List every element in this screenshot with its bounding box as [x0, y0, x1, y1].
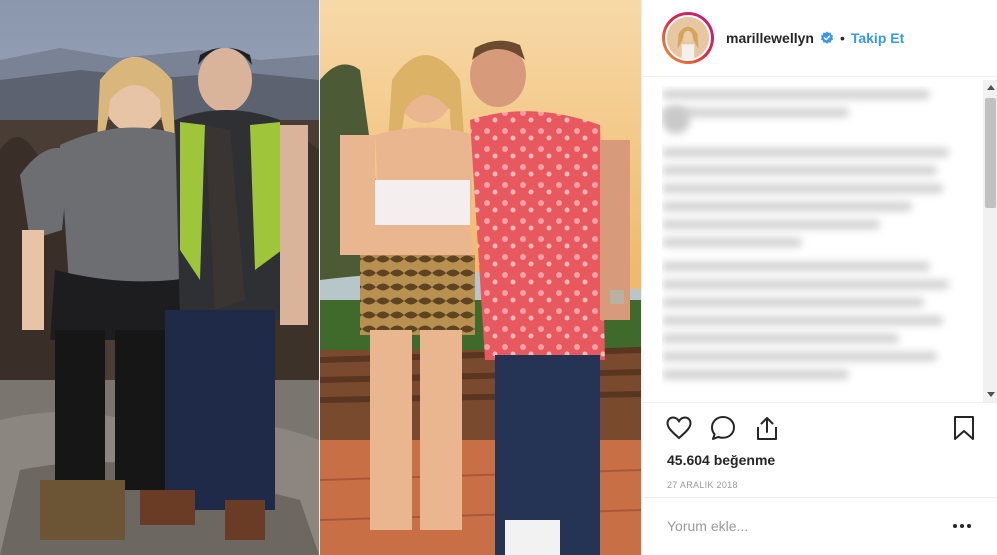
- blurred-caption-line: [662, 90, 974, 126]
- avatar-image: [665, 15, 711, 61]
- verified-badge-icon: [820, 31, 834, 45]
- action-icons: [664, 413, 782, 443]
- likes-count[interactable]: 45.604 beğenme: [667, 452, 775, 468]
- comment-form: [642, 497, 997, 555]
- caption-and-comments: [662, 86, 974, 402]
- scroll-up-arrow-icon[interactable]: [983, 80, 997, 95]
- after-photo: [320, 0, 641, 555]
- avatar[interactable]: [662, 12, 714, 64]
- comment-input[interactable]: [667, 514, 927, 538]
- post-sidebar: marillewellyn • Takip Et 45.604 beğenme …: [641, 0, 997, 555]
- header-separator: •: [839, 30, 845, 46]
- blurred-avatar: [662, 106, 690, 134]
- scrollbar-thumb[interactable]: [985, 98, 996, 208]
- follow-button[interactable]: Takip Et: [851, 30, 904, 46]
- scroll-down-arrow-icon[interactable]: [983, 387, 997, 402]
- post-header: marillewellyn • Takip Et: [642, 0, 997, 77]
- blurred-comment: [662, 262, 974, 388]
- before-photo: [0, 0, 319, 555]
- username[interactable]: marillewellyn: [726, 30, 814, 46]
- post-media[interactable]: [0, 0, 641, 555]
- post-date: 27 ARALIK 2018: [667, 480, 738, 490]
- comments-scrollbar[interactable]: [983, 80, 997, 402]
- bookmark-icon[interactable]: [949, 413, 979, 443]
- heart-icon[interactable]: [664, 413, 694, 443]
- comment-icon[interactable]: [708, 413, 738, 443]
- more-options-icon[interactable]: [950, 516, 974, 536]
- blurred-comment: [662, 148, 974, 256]
- share-icon[interactable]: [752, 413, 782, 443]
